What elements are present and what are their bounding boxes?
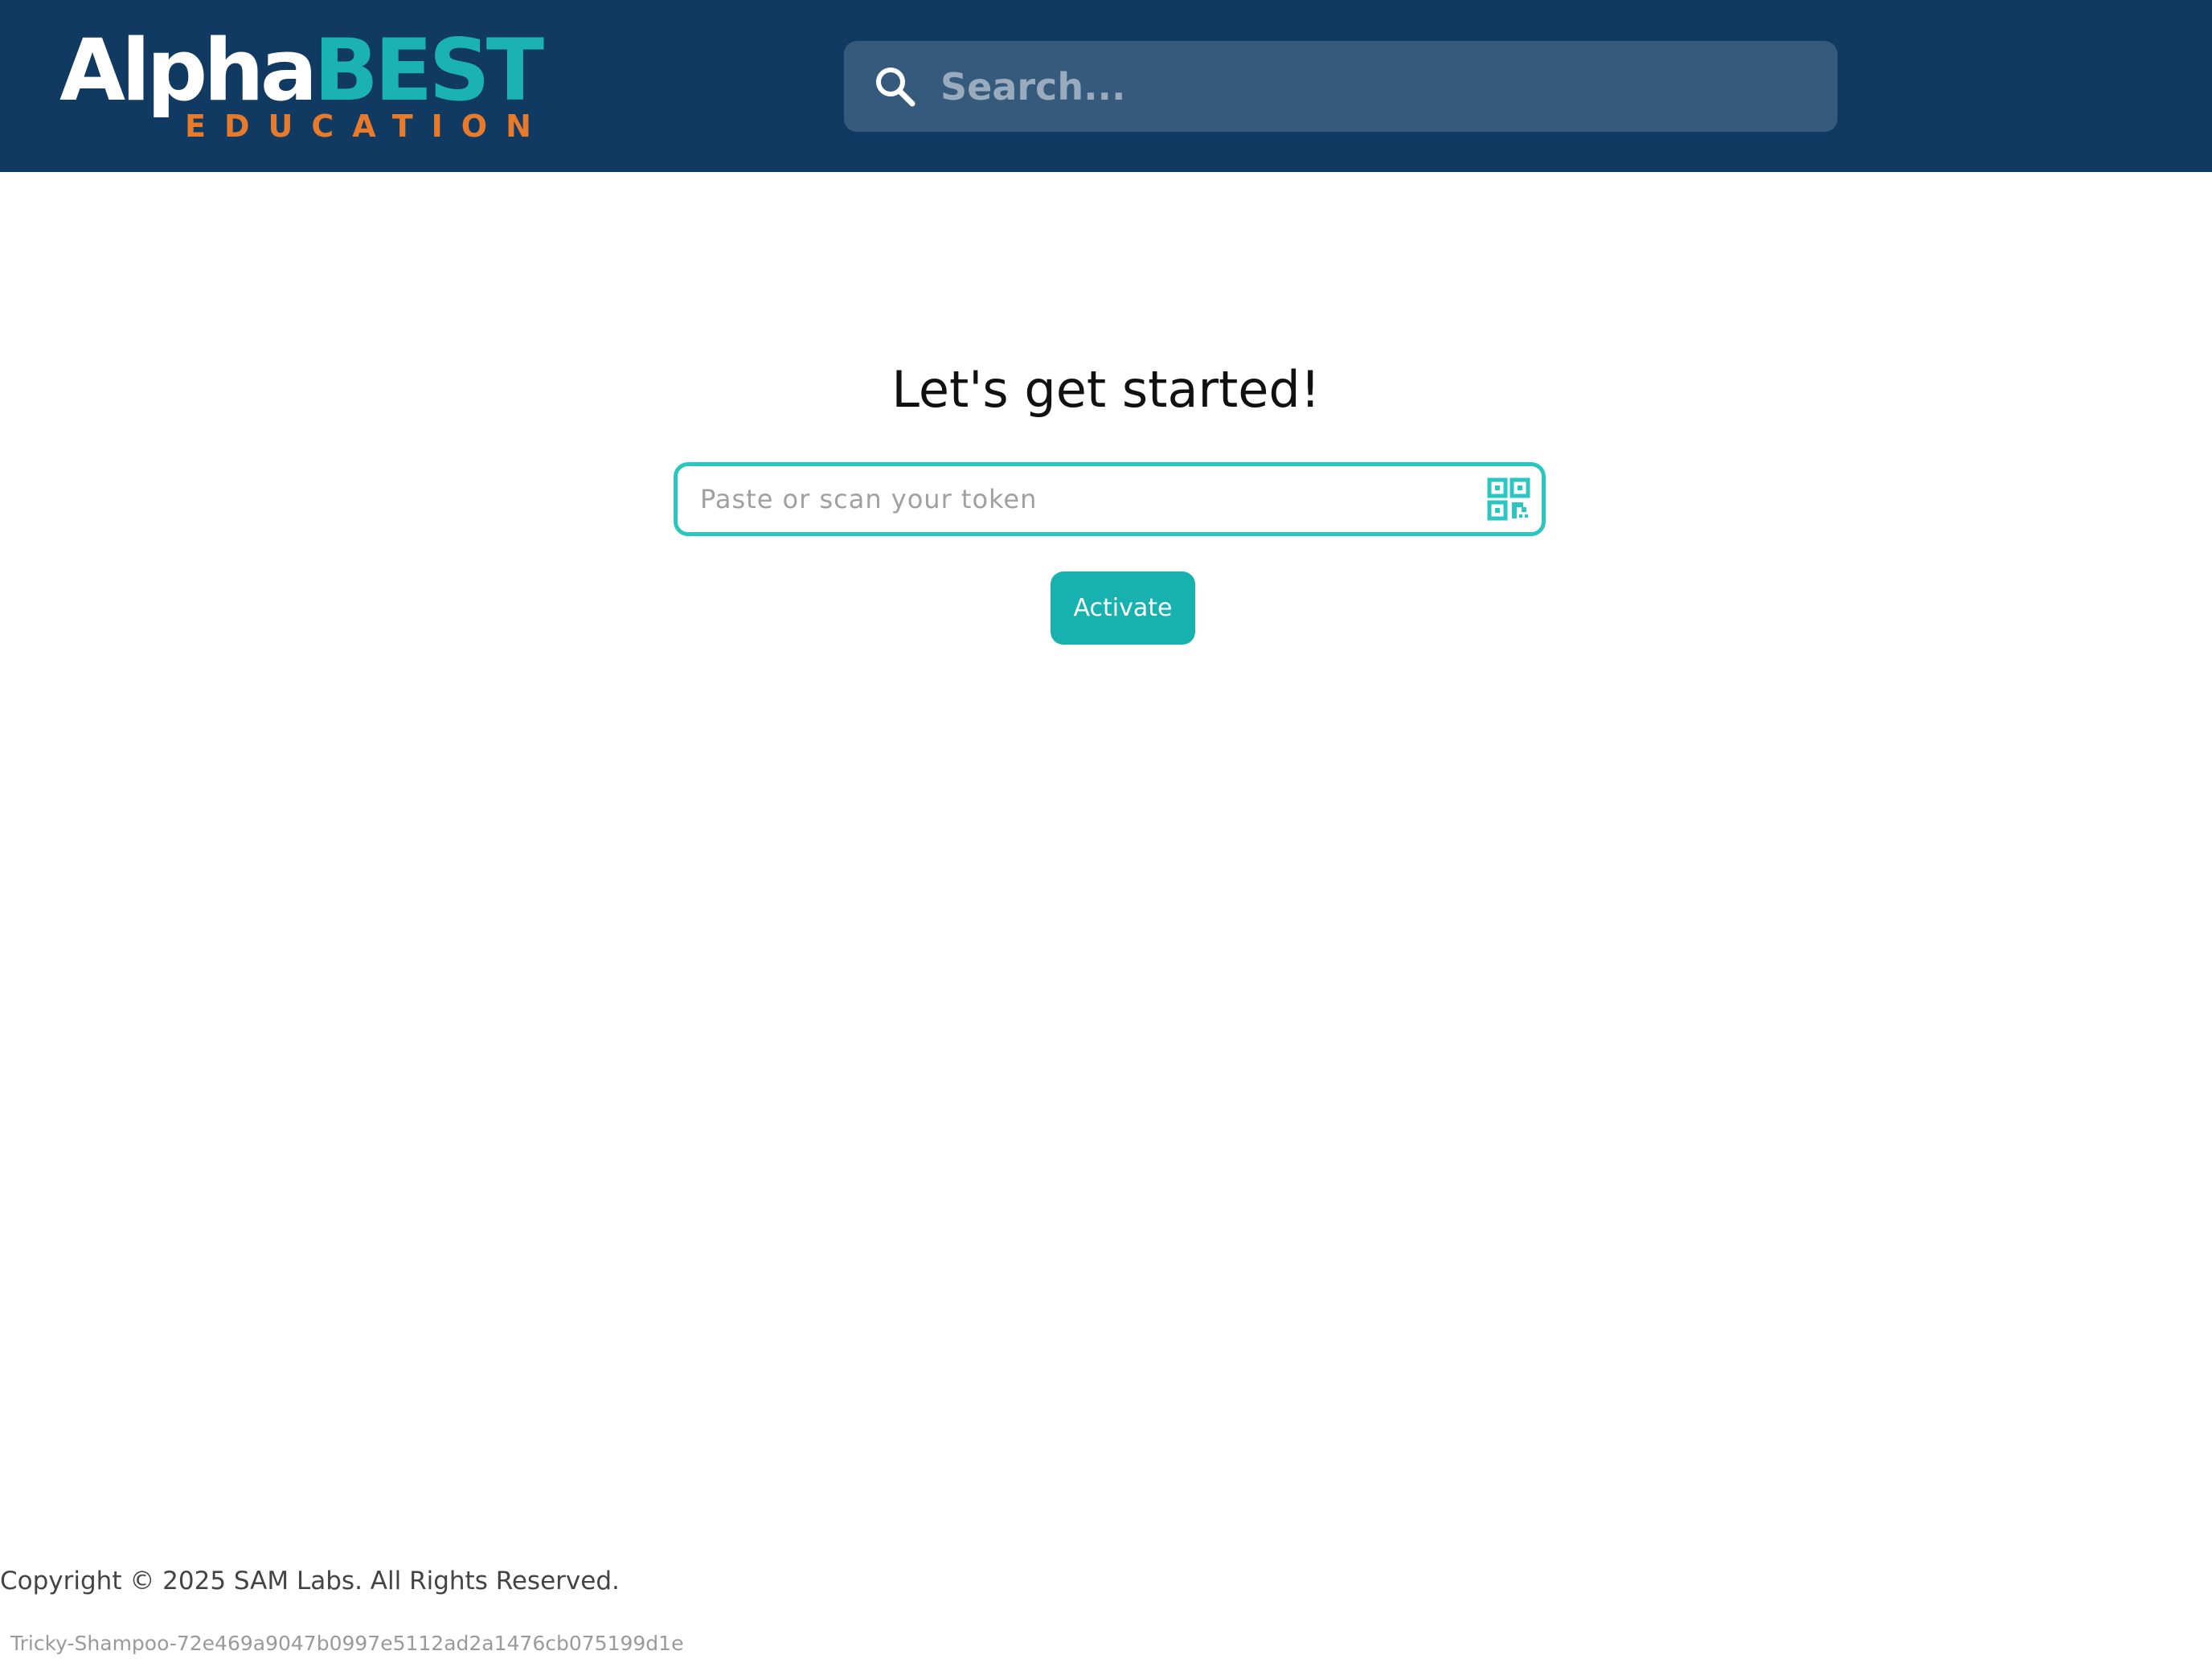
top-header: AlphaBEST EDUCATION bbox=[0, 0, 2212, 172]
token-input[interactable] bbox=[700, 466, 1472, 532]
logo-alpha-text: Alpha bbox=[59, 21, 317, 120]
activate-button[interactable]: Activate bbox=[1051, 571, 1195, 645]
build-id-text: Tricky-Shampoo-72e469a9047b0997e5112ad2a… bbox=[10, 1632, 684, 1655]
copyright-text: Copyright © 2025 SAM Labs. All Rights Re… bbox=[0, 1567, 620, 1596]
search-bar[interactable] bbox=[844, 41, 1837, 132]
search-input[interactable] bbox=[940, 41, 1817, 132]
logo-wordmark: AlphaBEST bbox=[59, 21, 544, 120]
page-title: Let's get started! bbox=[891, 360, 1321, 419]
search-icon bbox=[873, 64, 918, 109]
qr-code-icon[interactable] bbox=[1487, 477, 1530, 521]
logo-education-text: EDUCATION bbox=[185, 109, 550, 144]
alphabest-education-logo[interactable]: AlphaBEST EDUCATION bbox=[59, 21, 550, 145]
page: AlphaBEST EDUCATION Let's get started! bbox=[0, 0, 2212, 1659]
token-field[interactable] bbox=[674, 462, 1546, 536]
logo-best-text: BEST bbox=[313, 21, 544, 120]
